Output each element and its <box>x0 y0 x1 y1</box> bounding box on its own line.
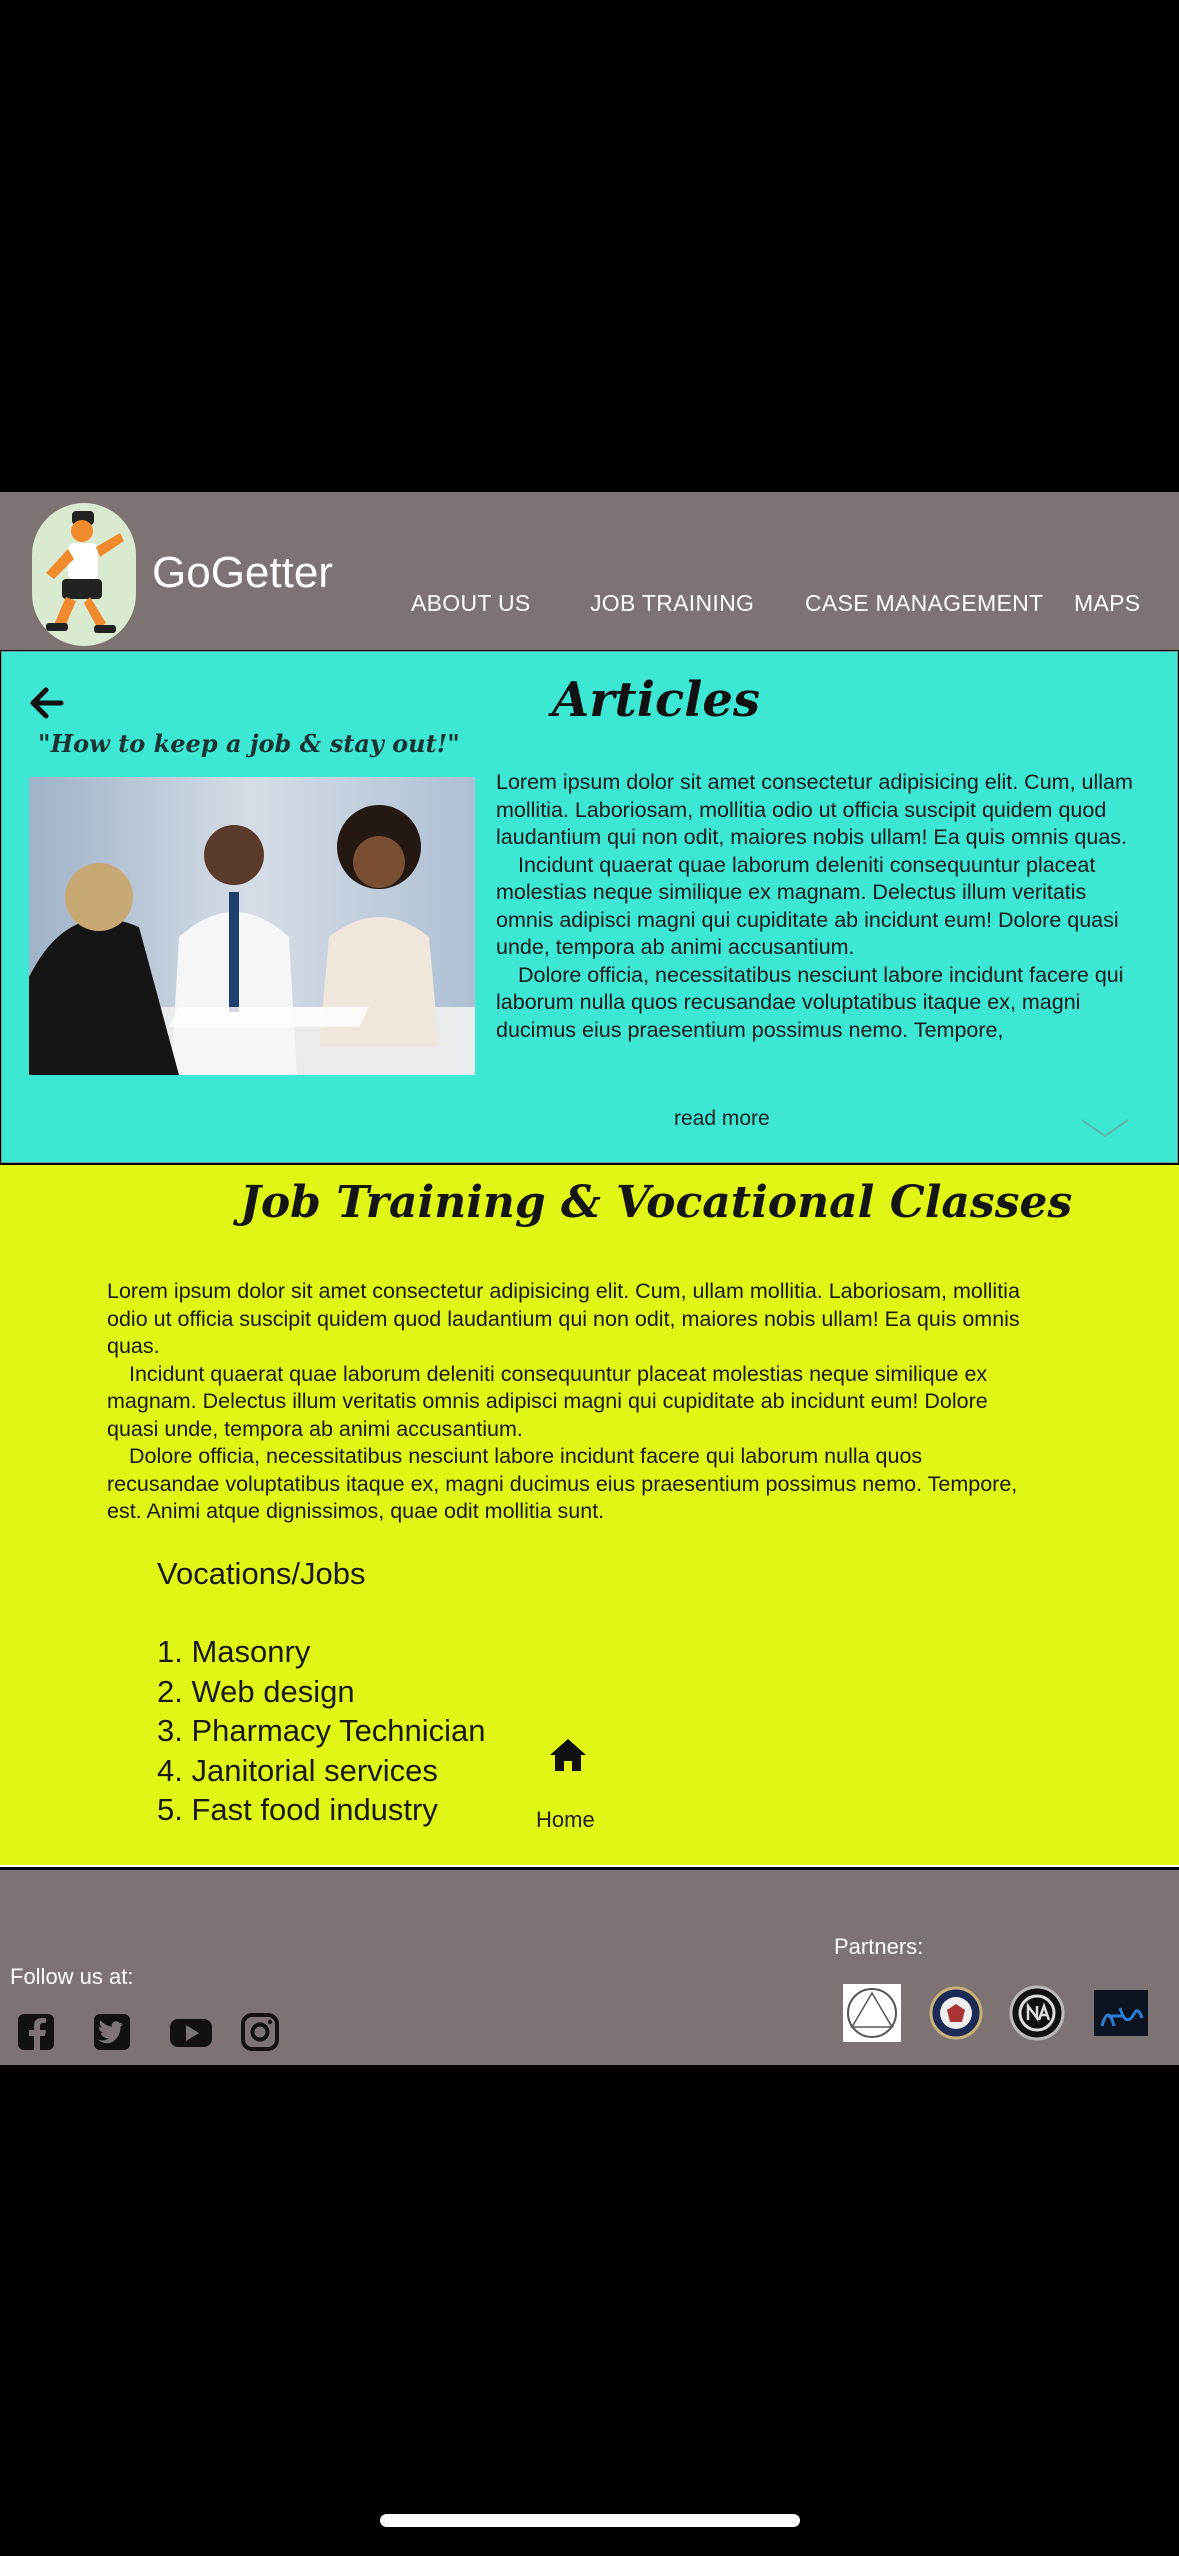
nav-about-us[interactable]: ABOUT US <box>411 590 531 617</box>
vocation-item-masonry[interactable]: 1. Masonry <box>157 1632 486 1672</box>
brand-name[interactable]: GoGetter <box>152 548 333 598</box>
youtube-icon[interactable] <box>168 2012 214 2052</box>
article-paragraph: Dolore officia, necessitatibus nesciunt … <box>496 962 1124 1042</box>
aa-logo[interactable] <box>843 1984 901 2042</box>
follow-us-label: Follow us at: <box>10 1964 134 1989</box>
partners-label: Partners: <box>834 1934 924 1959</box>
article-photo <box>29 777 475 1075</box>
vocation-item-web-design[interactable]: 2. Web design <box>157 1672 486 1712</box>
back-arrow-icon[interactable] <box>28 686 66 720</box>
job-training-title: Job Training & Vocational Classes <box>240 1177 1073 1228</box>
job-training-body: Lorem ipsum dolor sit amet consectetur a… <box>107 1278 1027 1526</box>
gogetter-logo[interactable] <box>32 503 136 646</box>
instagram-icon[interactable] <box>240 2012 280 2052</box>
vocation-item-pharmacy-technician[interactable]: 3. Pharmacy Technician <box>157 1711 486 1751</box>
job-paragraph: Incidunt quaerat quae laborum deleniti c… <box>107 1361 988 1441</box>
vocation-item-janitorial-services[interactable]: 4. Janitorial services <box>157 1751 486 1791</box>
article-headline[interactable]: "How to keep a job & stay out!" <box>38 729 460 758</box>
hope-logo[interactable] <box>1094 1984 1148 2042</box>
twitter-icon[interactable] <box>92 2012 132 2052</box>
nav-job-training[interactable]: JOB TRAINING <box>590 590 754 617</box>
facebook-icon[interactable] <box>16 2012 56 2052</box>
home-icon[interactable] <box>548 1736 588 1774</box>
articles-title: Articles <box>552 672 760 728</box>
vocations-list: 1. Masonry 2. Web design 3. Pharmacy Tec… <box>157 1632 486 1830</box>
article-body: Lorem ipsum dolor sit amet consectetur a… <box>496 769 1136 1069</box>
job-paragraph: Lorem ipsum dolor sit amet consectetur a… <box>107 1279 1020 1358</box>
na-logo[interactable] <box>1008 1984 1066 2042</box>
article-paragraph: Lorem ipsum dolor sit amet consectetur a… <box>496 770 1133 849</box>
va-seal-logo[interactable] <box>927 1984 985 2042</box>
article-paragraph: Incidunt quaerat quae laborum deleniti c… <box>496 852 1119 960</box>
chevron-down-icon[interactable] <box>1080 1117 1130 1139</box>
read-more-link[interactable]: read more <box>674 1107 770 1131</box>
home-indicator-bar[interactable] <box>380 2514 800 2527</box>
nav-case-management[interactable]: CASE MANAGEMENT <box>805 590 1043 617</box>
nav-maps[interactable]: MAPS <box>1074 590 1140 617</box>
vocations-heading: Vocations/Jobs <box>157 1556 366 1591</box>
vocation-item-fast-food-industry[interactable]: 5. Fast food industry <box>157 1790 486 1830</box>
home-link-label[interactable]: Home <box>536 1807 595 1833</box>
job-paragraph: Dolore officia, necessitatibus nesciunt … <box>107 1444 1018 1523</box>
